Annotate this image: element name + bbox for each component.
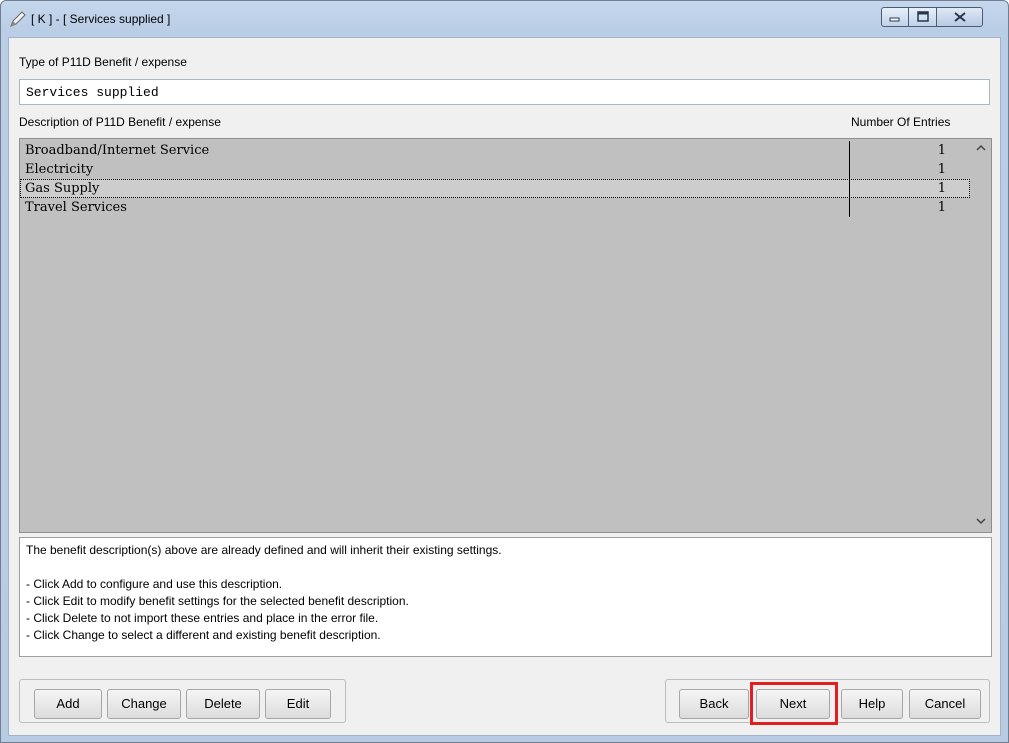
cancel-button[interactable]: Cancel [909, 689, 981, 719]
minimize-icon [882, 8, 908, 26]
benefit-type-field[interactable] [19, 79, 990, 105]
back-button[interactable]: Back [679, 689, 749, 719]
add-button[interactable]: Add [34, 689, 102, 719]
info-line [26, 559, 985, 576]
chevron-up-icon[interactable] [971, 141, 991, 159]
maximize-button[interactable] [909, 7, 937, 27]
list-item[interactable]: Travel Services 1 [20, 198, 970, 217]
list-item[interactable]: Electricity 1 [20, 160, 970, 179]
list-item-description: Electricity [25, 162, 94, 177]
info-line: - Click Change to select a different and… [26, 628, 381, 642]
column-divider [849, 141, 850, 160]
column-divider [849, 179, 850, 198]
entries-column-header: Number Of Entries [851, 115, 951, 129]
list-item-count: 1 [937, 181, 946, 196]
list-item-description: Gas Supply [25, 181, 100, 196]
column-divider [849, 160, 850, 179]
delete-button[interactable]: Delete [186, 689, 260, 719]
maximize-icon [909, 8, 936, 26]
minimize-button[interactable] [881, 7, 909, 27]
title-bar[interactable]: [ K ] - [ Services supplied ] [1, 1, 1008, 37]
info-line: The benefit description(s) above are alr… [26, 543, 502, 557]
window-title: [ K ] - [ Services supplied ] [31, 12, 171, 26]
change-button[interactable]: Change [107, 689, 181, 719]
benefit-list[interactable]: Broadband/Internet Service 1 Electricity… [19, 138, 992, 533]
chevron-down-icon[interactable] [971, 514, 991, 532]
list-item-count: 1 [937, 200, 946, 215]
edit-button[interactable]: Edit [265, 689, 331, 719]
dialog-body: Type of P11D Benefit / expense Descripti… [8, 37, 1001, 736]
list-item-description: Travel Services [25, 200, 127, 215]
list-item-selected[interactable]: Gas Supply 1 [20, 179, 970, 198]
list-scrollbar[interactable] [971, 139, 991, 532]
info-line: - Click Add to configure and use this de… [26, 577, 283, 591]
info-line: - Click Edit to modify benefit settings … [26, 594, 409, 608]
info-panel: The benefit description(s) above are alr… [19, 537, 992, 657]
type-label: Type of P11D Benefit / expense [19, 55, 187, 69]
list-item-count: 1 [937, 143, 946, 158]
info-line: - Click Delete to not import these entri… [26, 611, 379, 625]
list-item[interactable]: Broadband/Internet Service 1 [20, 141, 970, 160]
close-button[interactable] [937, 7, 983, 27]
list-item-count: 1 [937, 162, 946, 177]
description-column-header: Description of P11D Benefit / expense [19, 115, 221, 129]
list-item-description: Broadband/Internet Service [25, 143, 210, 158]
pencil-icon [9, 10, 27, 28]
column-divider [849, 198, 850, 217]
close-icon [937, 8, 982, 26]
dialog-window: [ K ] - [ Services supplied ] Type of P1… [0, 0, 1009, 743]
next-highlight [750, 682, 838, 725]
help-button[interactable]: Help [841, 689, 903, 719]
